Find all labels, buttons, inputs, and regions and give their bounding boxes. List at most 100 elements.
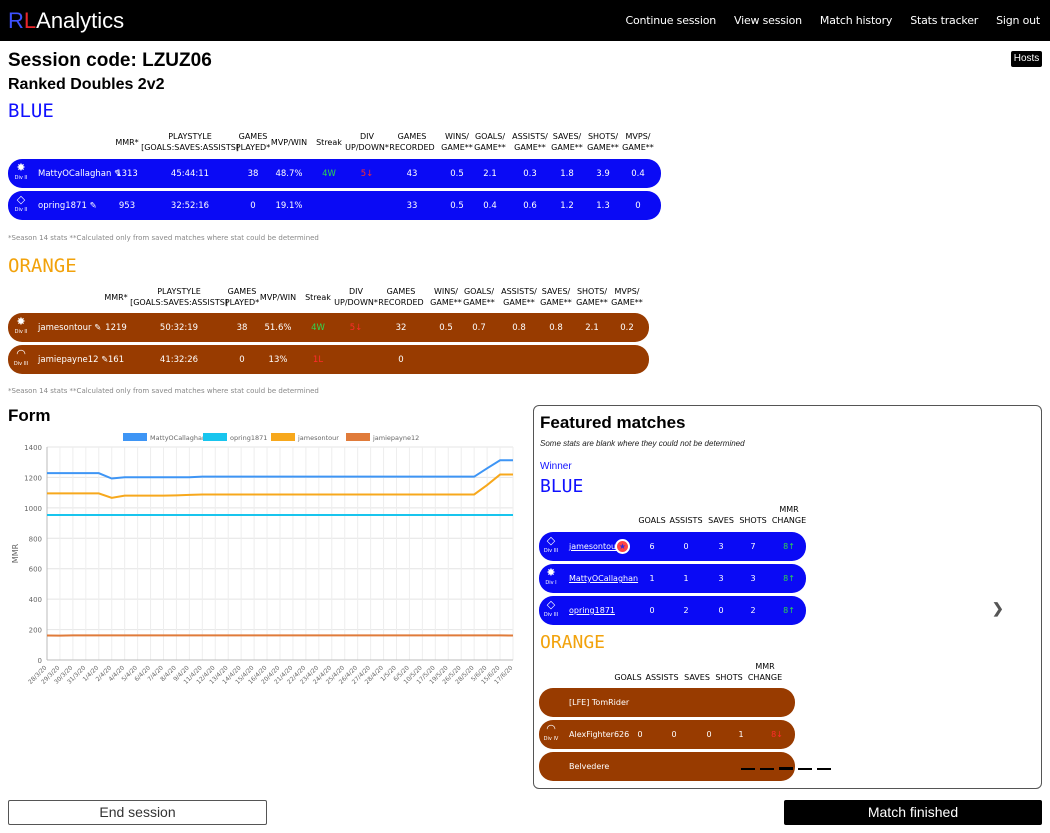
- column-header: MVPS/GAME**: [622, 132, 654, 152]
- player-name[interactable]: jamesontour ✎: [38, 323, 101, 333]
- player-name[interactable]: Belvedere: [569, 762, 609, 771]
- stat-playstyle: 50:32:19: [159, 323, 199, 333]
- diamond-rank-icon: ◇ Div III: [543, 598, 559, 619]
- diamond-rank-icon: ◇ Div II: [14, 193, 28, 214]
- player-name[interactable]: [LFE] TomRider: [569, 698, 629, 707]
- match-finished-button[interactable]: Match finished: [784, 800, 1042, 825]
- stat-mvp-win: 51.6%: [264, 323, 292, 333]
- end-session-button[interactable]: End session: [8, 800, 267, 825]
- column-header: GAMES RECORDED: [389, 132, 435, 152]
- stat-mmr: 953: [118, 201, 136, 211]
- legend-swatch: [346, 433, 370, 441]
- hosts-button[interactable]: Hosts: [1011, 51, 1042, 67]
- stat-shots: 3.9: [596, 169, 610, 179]
- stat-games-played: 0: [239, 355, 245, 365]
- stat-div-change: 5↓: [360, 169, 374, 179]
- player-row[interactable]: ◠ Div III jamiepayne12 ✎ 161 41:32:26 0 13% 1L 0: [8, 345, 649, 374]
- champion-rank-icon: ◠ Div IV: [543, 722, 559, 743]
- column-header: ASSISTS/GAME**: [512, 132, 548, 152]
- stat-playstyle: 45:44:11: [170, 169, 210, 179]
- stat-shots: 1: [738, 730, 744, 739]
- stat-games-played: 38: [247, 169, 259, 179]
- y-tick-label: 1400: [24, 444, 42, 452]
- nav-view-session[interactable]: View session: [734, 14, 802, 27]
- carousel-indicator[interactable]: [798, 768, 812, 770]
- stat-mmr: 1313: [116, 169, 138, 179]
- column-header: Streak: [305, 293, 331, 302]
- nav-stats-tracker[interactable]: Stats tracker: [910, 14, 978, 27]
- stat-assists: 0.3: [523, 169, 537, 179]
- stat-recorded: 43: [406, 169, 418, 179]
- player-name[interactable]: MattyOCallaghan: [569, 574, 638, 583]
- game-mode: Ranked Doubles 2v2: [8, 76, 165, 93]
- stat-mmr: 1219: [105, 323, 127, 333]
- featured-player-row[interactable]: [LFE] TomRider: [539, 688, 795, 717]
- y-tick-label: 800: [29, 535, 42, 543]
- featured-player-row[interactable]: ◇ Div III jamesontour ★ 6 0 3 7 8↑: [539, 532, 806, 561]
- featured-player-row[interactable]: Belvedere: [539, 752, 795, 781]
- player-row[interactable]: ◇ Div II opring1871 ✎ 953 32:52:16 0 19.1% 33 0.…: [8, 191, 661, 220]
- y-tick-label: 400: [29, 596, 42, 604]
- stat-assists: 0.6: [523, 201, 537, 211]
- stat-goals: 0: [649, 606, 655, 615]
- player-name[interactable]: jamesontour: [569, 542, 619, 551]
- stat-assists: 1: [683, 574, 689, 583]
- carousel-indicator[interactable]: [817, 768, 831, 770]
- stat-games-played: 38: [236, 323, 248, 333]
- player-name[interactable]: opring1871 ✎: [38, 201, 97, 211]
- player-name[interactable]: AlexFighter626: [569, 730, 629, 739]
- stat-goals: 1: [649, 574, 655, 583]
- column-header: SAVES/GAME**: [551, 132, 583, 152]
- stat-saves: 3: [718, 574, 724, 583]
- carousel-indicator[interactable]: [760, 768, 774, 770]
- stat-mmr: 161: [107, 355, 125, 365]
- player-name[interactable]: opring1871: [569, 606, 615, 615]
- stat-goals: 0.4: [483, 201, 497, 211]
- player-name[interactable]: jamiepayne12 ✎: [38, 355, 108, 365]
- mmr-form-chart: 020040060080010001200140028/3/2029/3/203…: [11, 433, 515, 686]
- orange-team-heading: ORANGE: [8, 255, 77, 277]
- player-name[interactable]: MattyOCallaghan ✎: [38, 169, 121, 179]
- column-header: MVP/WIN: [270, 138, 308, 147]
- chevron-right-icon[interactable]: ❯: [992, 600, 1004, 617]
- column-header: PLAYSTYLE [GOALS:SAVES:ASSISTS]: [141, 132, 239, 152]
- featured-player-row[interactable]: ◠ Div IV AlexFighter626 0 0 0 1 8↓: [539, 720, 795, 749]
- stat-playstyle: 32:52:16: [170, 201, 210, 211]
- featured-blue-heading: BLUE: [540, 476, 584, 497]
- column-header: MMR CHANGE: [747, 662, 783, 682]
- column-header: MMR*: [115, 138, 139, 147]
- featured-title: Featured matches: [540, 413, 686, 432]
- carousel-indicator[interactable]: [741, 768, 755, 770]
- nav-sign-out[interactable]: Sign out: [996, 14, 1040, 27]
- stat-saves: 1.8: [560, 169, 574, 179]
- stat-mmr: 8↓: [771, 730, 783, 739]
- player-row[interactable]: ✸ Div II jamesontour ✎ 1219 50:32:19 38 51.6% 4…: [8, 313, 649, 342]
- column-header: PLAYSTYLE [GOALS:SAVES:ASSISTS]: [130, 287, 228, 307]
- player-row[interactable]: ✸ Div II MattyOCallaghan ✎ 1313 45:44:11 38 48…: [8, 159, 661, 188]
- stat-recorded: 32: [395, 323, 407, 333]
- stat-mvp-win: 48.7%: [275, 169, 303, 179]
- legend-swatch: [203, 433, 227, 441]
- stat-mvps: 0: [635, 201, 641, 211]
- stat-shots: 2.1: [585, 323, 599, 333]
- stat-goals: 2.1: [483, 169, 497, 179]
- gear-rank-icon: ✸ Div I: [545, 566, 557, 587]
- featured-player-row[interactable]: ◇ Div III opring1871 0 2 0 2 8↑: [539, 596, 806, 625]
- nav-match-history[interactable]: Match history: [820, 14, 892, 27]
- legend-label: MattyOCallaghan: [150, 434, 206, 442]
- session-code: Session code: LZUZ06: [8, 50, 212, 71]
- column-header: ASSISTS: [645, 673, 679, 682]
- blue-stats-header: MMR* PLAYSTYLE [GOALS:SAVES:ASSISTS] GAMES P…: [0, 131, 670, 155]
- stat-wins: 0.5: [450, 201, 464, 211]
- column-header: MMR*: [104, 293, 128, 302]
- carousel-indicator[interactable]: [779, 767, 793, 770]
- legend-swatch: [271, 433, 295, 441]
- stat-saves: 0: [706, 730, 712, 739]
- featured-player-row[interactable]: ✸ Div I MattyOCallaghan 1 1 3 3 8↑: [539, 564, 806, 593]
- stat-div-change: 5↓: [349, 323, 363, 333]
- nav-continue-session[interactable]: Continue session: [626, 14, 717, 27]
- brand-logo[interactable]: RLAnalytics: [8, 8, 124, 34]
- form-title: Form: [8, 406, 51, 425]
- column-header: WINS/GAME**: [441, 132, 473, 152]
- column-header: GOALS: [614, 673, 642, 682]
